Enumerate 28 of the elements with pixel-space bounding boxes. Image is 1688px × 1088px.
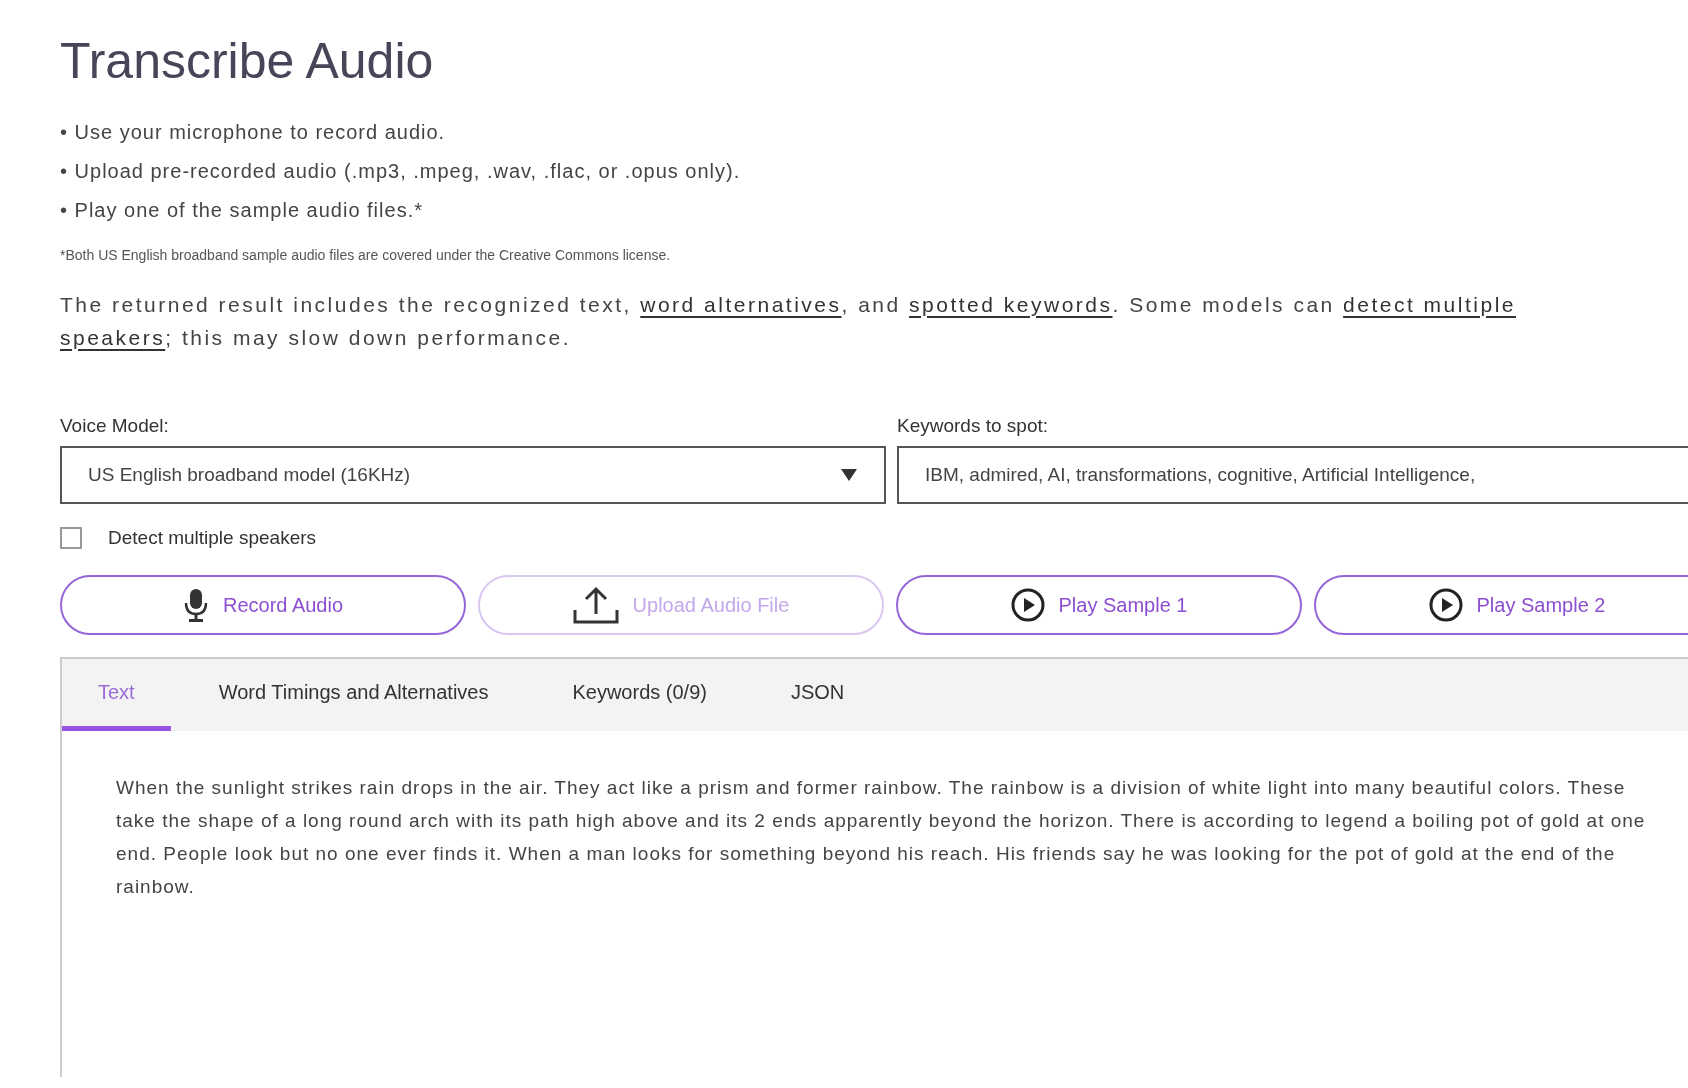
text-link[interactable]: speakers xyxy=(60,325,166,349)
result-tab[interactable]: JSON xyxy=(754,658,881,731)
checkbox-label: Detect multiple speakers xyxy=(108,526,317,550)
instruction-item: • Play one of the sample audio files.* xyxy=(60,197,423,223)
action-button[interactable]: Play Sample 1 xyxy=(896,574,1302,635)
text-link[interactable]: spotted keywords xyxy=(909,292,1113,316)
instruction-item: • Upload pre-recorded audio (.mp3, .mpeg, .wav, .flac, or .opus only). xyxy=(60,158,741,184)
result-tab[interactable]: Word Timings and Alternatives xyxy=(182,658,525,731)
text-link[interactable]: detect multiple xyxy=(1343,292,1516,316)
text-link[interactable]: word alternatives xyxy=(640,292,842,316)
keywords-field[interactable]: IBM, admired, AI, transformations, cognitive, Artificial Intelligence, xyxy=(897,446,1688,504)
microphone-icon xyxy=(182,587,209,622)
action-button[interactable]: Record Audio xyxy=(60,574,466,635)
action-button[interactable]: Play Sample 2 xyxy=(1314,574,1688,635)
play-icon xyxy=(1428,587,1463,622)
transcript-text: When the sunlight strikes rain drops in the air. They act like a prism and former rainbow. The rainbow is a division of white light into many beautiful colors. These take the shape of a long round arch with its path high above and its 2 ends apparently beyond the horizon. There is according to legend a boiling pot of gold at one end. People look but no one ever finds it. When a man looks for something beyond his reach. His friends say he was looking for the pot of gold at the end of the rainbow. xyxy=(116,775,1646,899)
page-title: Transcribe Audio xyxy=(60,32,434,91)
checkbox[interactable] xyxy=(60,527,82,550)
dropdown-caret-icon xyxy=(840,468,858,482)
play-icon xyxy=(1010,587,1045,622)
field-label: Keywords to spot: xyxy=(897,413,1049,438)
voice-model-select[interactable]: US English broadband model (16KHz) xyxy=(60,446,886,504)
footnote: *Both US English broadband sample audio files are covered under the Creative Commons license. xyxy=(60,245,671,265)
upload-icon xyxy=(572,585,619,624)
field-label: Voice Model: xyxy=(60,413,169,438)
intro-paragraph: The returned result includes the recognized text, word alternatives, and spotted keywords. Some models can detect multiple speakers; this may slow down performance. xyxy=(60,291,1517,351)
result-tab[interactable]: Keywords (0/9) xyxy=(536,658,743,731)
instruction-item: • Use your microphone to record audio. xyxy=(60,119,446,145)
